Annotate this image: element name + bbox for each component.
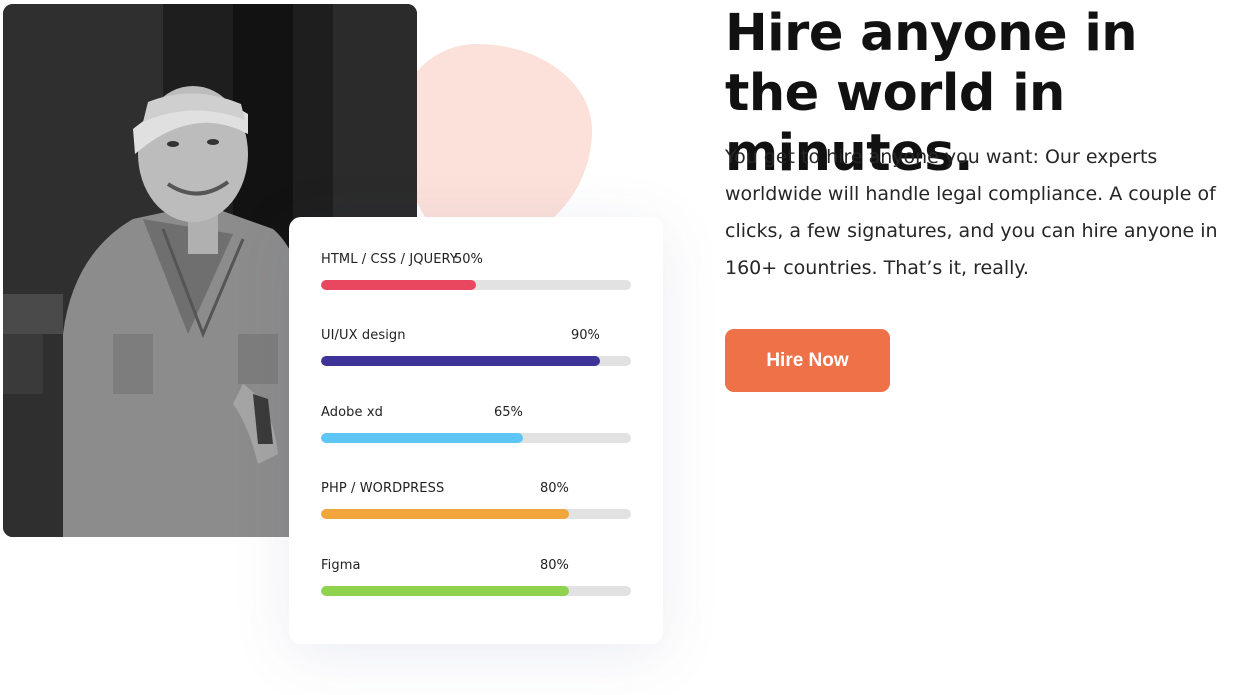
skill-progress-track [321,280,631,290]
skill-progress-fill [321,586,569,596]
skill-percent: 50% [454,252,483,267]
skill-progress-track [321,433,631,443]
skill-progress-track [321,356,631,366]
skill-progress-track [321,509,631,519]
hire-now-button[interactable]: Hire Now [725,329,890,392]
skill-percent: 65% [494,405,523,420]
skill-row-php-wordpress: PHP / WORDPRESS 80% [321,481,631,525]
skills-card: HTML / CSS / JQUERY 50% UI/UX design 90%… [289,217,663,644]
skill-row-ui-ux-design: UI/UX design 90% [321,328,631,372]
skill-progress-fill [321,280,476,290]
skill-label: HTML / CSS / JQUERY [321,252,458,267]
skill-percent: 80% [540,558,569,573]
skill-progress-fill [321,509,569,519]
skill-row-figma: Figma 80% [321,558,631,602]
skill-label: Figma [321,558,361,573]
skill-label: UI/UX design [321,328,406,343]
skill-row-adobe-xd: Adobe xd 65% [321,405,631,449]
skill-progress-fill [321,433,523,443]
skill-progress-fill [321,356,600,366]
hero-description: You get to hire anyone you want: Our exp… [725,146,1218,279]
skill-percent: 80% [540,481,569,496]
skill-label: PHP / WORDPRESS [321,481,445,496]
skill-row-html-css-jquery: HTML / CSS / JQUERY 50% [321,252,631,296]
skill-percent: 90% [571,328,600,343]
skill-label: Adobe xd [321,405,383,420]
skill-progress-track [321,586,631,596]
